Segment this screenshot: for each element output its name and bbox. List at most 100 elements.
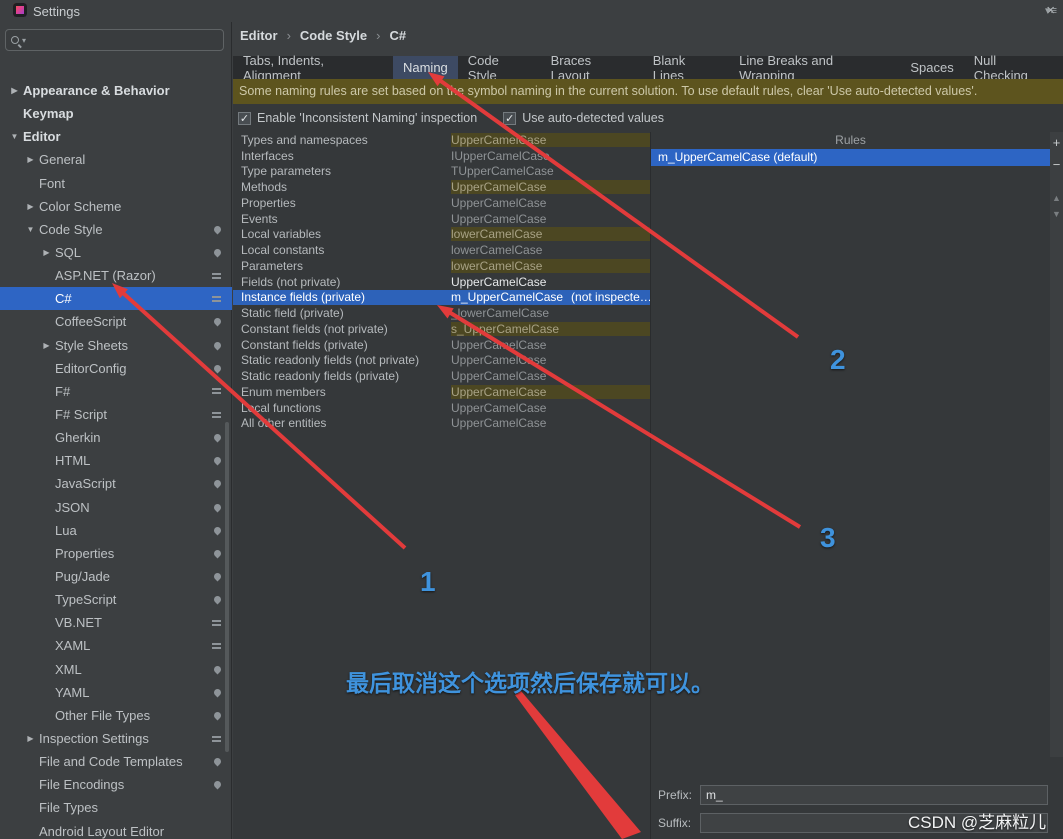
sidebar-item[interactable]: VB.NET bbox=[0, 611, 232, 634]
table-row[interactable]: Enum members UpperCamelCase bbox=[233, 384, 650, 400]
sidebar-item[interactable]: Font bbox=[0, 172, 232, 195]
checkbox-check-icon[interactable]: ✓ bbox=[238, 112, 251, 125]
expand-arrow-icon[interactable]: ▼ bbox=[6, 132, 23, 141]
sidebar-item[interactable]: ▶ Color Scheme bbox=[0, 195, 232, 218]
naming-style-cell: UpperCamelCase bbox=[451, 275, 650, 289]
sidebar-item[interactable]: File Types bbox=[0, 796, 232, 819]
tab[interactable]: Tabs, Indents, Alignment bbox=[233, 56, 393, 79]
sidebar-item[interactable]: YAML bbox=[0, 681, 232, 704]
sidebar-item-label: General bbox=[39, 152, 85, 167]
table-row[interactable]: Methods UpperCamelCase bbox=[233, 179, 650, 195]
sidebar-item-label: Properties bbox=[55, 546, 114, 561]
sidebar-item[interactable]: Keymap bbox=[0, 102, 232, 125]
sidebar-item[interactable]: JSON bbox=[0, 496, 232, 519]
sidebar-item[interactable]: Android Layout Editor bbox=[0, 820, 232, 839]
sidebar-item[interactable]: F# Script bbox=[0, 403, 232, 426]
naming-style-cell: UpperCamelCase bbox=[451, 401, 650, 415]
sidebar-item[interactable]: ▶ Inspection Settings bbox=[0, 727, 232, 750]
sidebar-item[interactable]: ▶ SQL bbox=[0, 241, 232, 264]
sidebar-item[interactable]: ▼ Editor bbox=[0, 125, 232, 148]
sidebar-item[interactable]: XML bbox=[0, 658, 232, 681]
sidebar-item-label: File and Code Templates bbox=[39, 754, 183, 769]
settings-search[interactable]: ▾ bbox=[5, 29, 224, 51]
sidebar-item[interactable]: HTML bbox=[0, 449, 232, 472]
tab[interactable]: Spaces bbox=[900, 56, 963, 79]
table-row[interactable]: All other entities UpperCamelCase bbox=[233, 416, 650, 432]
expand-arrow-icon[interactable]: ▶ bbox=[22, 155, 39, 164]
checkbox-check-icon[interactable]: ✓ bbox=[503, 112, 516, 125]
override-badge-icon bbox=[213, 363, 223, 373]
expand-arrow-icon[interactable]: ▼ bbox=[22, 225, 39, 234]
expand-arrow-icon[interactable]: ▶ bbox=[38, 341, 55, 350]
sidebar-item-label: File Encodings bbox=[39, 777, 124, 792]
checkbox[interactable]: ✓ Use auto-detected values bbox=[503, 111, 664, 125]
table-row[interactable]: Fields (not private) UpperCamelCase bbox=[233, 274, 650, 290]
sidebar-item-label: Style Sheets bbox=[55, 338, 128, 353]
expand-arrow-icon[interactable]: ▶ bbox=[22, 202, 39, 211]
sidebar-item[interactable]: ASP.NET (Razor) bbox=[0, 264, 232, 287]
table-row[interactable]: Types and namespaces UpperCamelCase bbox=[233, 132, 650, 148]
table-row[interactable]: Static field (private) _lowerCamelCase bbox=[233, 305, 650, 321]
remove-rule-button[interactable]: − bbox=[1053, 154, 1061, 176]
table-row[interactable]: Instance fields (private) m_UpperCamelCa… bbox=[233, 290, 650, 306]
prefix-input[interactable] bbox=[700, 785, 1048, 805]
tab[interactable]: Null Checking bbox=[964, 56, 1063, 79]
sidebar-scrollbar[interactable] bbox=[225, 422, 229, 752]
suffix-input[interactable] bbox=[700, 813, 1048, 833]
hidden-tabs-icon[interactable]: ▾≡ bbox=[1045, 4, 1057, 17]
sidebar-item[interactable]: Other File Types bbox=[0, 704, 232, 727]
naming-style-value: UpperCamelCase bbox=[451, 385, 546, 399]
breadcrumb-code-style[interactable]: Code Style bbox=[300, 28, 367, 43]
move-down-button[interactable]: ▼ bbox=[1052, 206, 1061, 222]
table-row[interactable]: Static readonly fields (private) UpperCa… bbox=[233, 368, 650, 384]
tab[interactable]: Blank Lines bbox=[643, 56, 729, 79]
table-row[interactable]: Type parameters TUpperCamelCase bbox=[233, 164, 650, 180]
sidebar-item[interactable]: XAML bbox=[0, 634, 232, 657]
sidebar-item-label: XAML bbox=[55, 638, 90, 653]
entity-kind-cell: Instance fields (private) bbox=[233, 290, 451, 304]
breadcrumb-editor[interactable]: Editor bbox=[240, 28, 278, 43]
rule-list-item[interactable]: m_UpperCamelCase (default) bbox=[651, 149, 1050, 166]
expand-arrow-icon[interactable]: ▶ bbox=[38, 248, 55, 257]
table-row[interactable]: Local variables lowerCamelCase bbox=[233, 227, 650, 243]
sidebar-item-label: Pug/Jade bbox=[55, 569, 110, 584]
expand-arrow-icon[interactable]: ▶ bbox=[22, 734, 39, 743]
table-row[interactable]: Events UpperCamelCase bbox=[233, 211, 650, 227]
sidebar-item[interactable]: Properties bbox=[0, 542, 232, 565]
sidebar-item[interactable]: ▼ Code Style bbox=[0, 218, 232, 241]
tab[interactable]: Naming bbox=[393, 56, 458, 79]
sidebar-item[interactable]: F# bbox=[0, 380, 232, 403]
sidebar-item[interactable]: Gherkin bbox=[0, 426, 232, 449]
table-row[interactable]: Local constants lowerCamelCase bbox=[233, 242, 650, 258]
tab[interactable]: Code Style bbox=[458, 56, 541, 79]
checkbox[interactable]: ✓ Enable 'Inconsistent Naming' inspectio… bbox=[238, 111, 477, 125]
sidebar-item[interactable]: JavaScript bbox=[0, 472, 232, 495]
naming-style-value: UpperCamelCase bbox=[451, 180, 546, 194]
tab[interactable]: Braces Layout bbox=[541, 56, 643, 79]
table-row[interactable]: Interfaces IUpperCamelCase bbox=[233, 148, 650, 164]
checkbox-label: Use auto-detected values bbox=[522, 111, 664, 125]
override-badge-icon bbox=[213, 710, 223, 720]
search-input[interactable] bbox=[30, 33, 218, 47]
expand-arrow-icon[interactable]: ▶ bbox=[6, 86, 23, 95]
table-row[interactable]: Parameters lowerCamelCase bbox=[233, 258, 650, 274]
sidebar-item[interactable]: Lua bbox=[0, 519, 232, 542]
move-up-button[interactable]: ▲ bbox=[1052, 190, 1061, 206]
sidebar-item[interactable]: EditorConfig bbox=[0, 357, 232, 380]
table-row[interactable]: Constant fields (private) UpperCamelCase bbox=[233, 337, 650, 353]
sidebar-item[interactable]: C# bbox=[0, 287, 232, 310]
sidebar-item[interactable]: TypeScript bbox=[0, 588, 232, 611]
table-row[interactable]: Static readonly fields (not private) Upp… bbox=[233, 353, 650, 369]
table-row[interactable]: Local functions UpperCamelCase bbox=[233, 400, 650, 416]
table-row[interactable]: Properties UpperCamelCase bbox=[233, 195, 650, 211]
sidebar-item[interactable]: CoffeeScript bbox=[0, 310, 232, 333]
add-rule-button[interactable]: + bbox=[1053, 132, 1061, 154]
sidebar-item[interactable]: File and Code Templates bbox=[0, 750, 232, 773]
sidebar-item[interactable]: ▶ General bbox=[0, 148, 232, 171]
sidebar-item[interactable]: ▶ Style Sheets bbox=[0, 334, 232, 357]
tab[interactable]: Line Breaks and Wrapping bbox=[729, 56, 900, 79]
sidebar-item[interactable]: Pug/Jade bbox=[0, 565, 232, 588]
sidebar-item[interactable]: File Encodings bbox=[0, 773, 232, 796]
sidebar-item[interactable]: ▶ Appearance & Behavior bbox=[0, 79, 232, 102]
table-row[interactable]: Constant fields (not private) s_UpperCam… bbox=[233, 321, 650, 337]
